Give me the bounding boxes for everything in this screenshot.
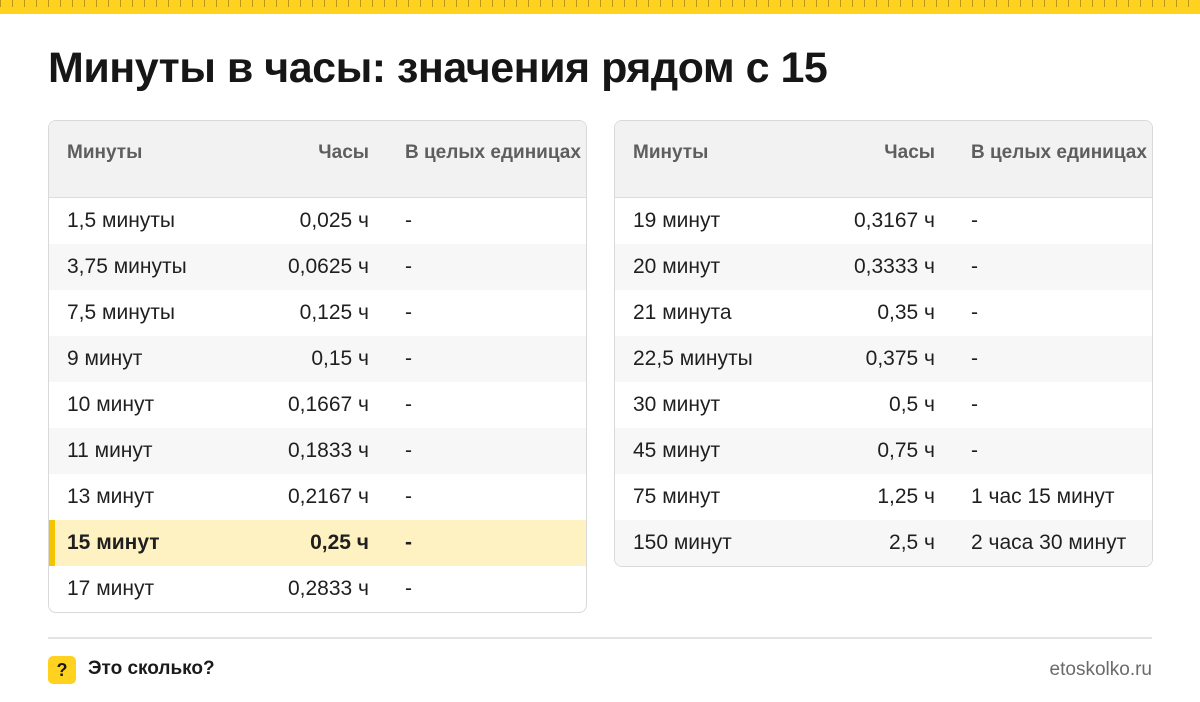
col-header-hours: Часы <box>318 142 369 163</box>
cell-whole: - <box>405 301 412 324</box>
cell-hours: 0,025 ч <box>299 209 369 232</box>
cell-hours: 0,2167 ч <box>287 485 369 508</box>
table-row: 19 минут 0,3167 ч - <box>615 198 1152 244</box>
table-row: 1,5 минуты 0,025 ч - <box>49 198 586 244</box>
cell-hours: 0,15 ч <box>311 347 369 370</box>
cell-hours: 0,3167 ч <box>853 209 935 232</box>
table-row: 9 минут 0,15 ч - <box>49 336 586 382</box>
col-header-whole-units: В целых единицах <box>405 142 581 163</box>
cell-whole: - <box>971 255 978 278</box>
cell-hours: 0,1833 ч <box>287 439 369 462</box>
cell-whole: - <box>971 301 978 324</box>
page-title: Минуты в часы: значения рядом с 15 <box>48 44 828 92</box>
cell-minutes: 19 минут <box>633 209 721 232</box>
table-row: 3,75 минуты 0,0625 ч - <box>49 244 586 290</box>
cell-whole: - <box>405 531 412 554</box>
cell-hours: 2,5 ч <box>889 531 935 554</box>
cell-minutes: 11 минут <box>67 439 153 462</box>
table-body: 19 минут 0,3167 ч - 20 минут 0,3333 ч - … <box>615 198 1152 566</box>
col-header-minutes: Минуты <box>633 142 709 163</box>
cell-minutes: 13 минут <box>67 485 155 508</box>
cell-hours: 0,375 ч <box>865 347 935 370</box>
cell-minutes: 17 минут <box>67 577 155 600</box>
ruler-top-strip <box>0 0 1200 14</box>
cell-minutes: 10 минут <box>67 393 155 416</box>
cell-minutes: 20 минут <box>633 255 721 278</box>
cell-minutes: 21 минута <box>633 301 732 324</box>
table-header: Минуты Часы В целых единицах <box>49 121 586 198</box>
question-mark-icon: ? <box>48 656 76 684</box>
cell-hours: 0,75 ч <box>877 439 935 462</box>
cell-hours: 0,0625 ч <box>287 255 369 278</box>
table-row: 75 минут 1,25 ч 1 час 15 минут <box>615 474 1152 520</box>
table-row: 30 минут 0,5 ч - <box>615 382 1152 428</box>
cell-hours: 1,25 ч <box>877 485 935 508</box>
cell-whole: - <box>971 209 978 232</box>
table-right: Минуты Часы В целых единицах 19 минут 0,… <box>614 120 1153 567</box>
cell-whole: - <box>405 347 412 370</box>
cell-hours: 0,2833 ч <box>287 577 369 600</box>
cell-whole: 1 час 15 минут <box>971 485 1115 508</box>
cell-whole: - <box>971 347 978 370</box>
cell-minutes: 9 минут <box>67 347 143 370</box>
cell-whole: - <box>971 393 978 416</box>
table-row: 45 минут 0,75 ч - <box>615 428 1152 474</box>
cell-hours: 0,3333 ч <box>853 255 935 278</box>
cell-whole: - <box>971 439 978 462</box>
cell-minutes: 1,5 минуты <box>67 209 176 232</box>
table-row: 7,5 минуты 0,125 ч - <box>49 290 586 336</box>
table-row: 150 минут 2,5 ч 2 часа 30 минут <box>615 520 1152 566</box>
footer-brand: Это сколько? <box>88 658 215 679</box>
cell-whole: - <box>405 393 412 416</box>
col-header-hours: Часы <box>884 142 935 163</box>
cell-minutes: 15 минут <box>67 531 160 554</box>
cell-whole: - <box>405 209 412 232</box>
cell-hours: 0,125 ч <box>299 301 369 324</box>
cell-whole: - <box>405 577 412 600</box>
cell-minutes: 22,5 минуты <box>633 347 753 370</box>
table-header: Минуты Часы В целых единицах <box>615 121 1152 198</box>
table-left: Минуты Часы В целых единицах 1,5 минуты … <box>48 120 587 613</box>
cell-minutes: 30 минут <box>633 393 721 416</box>
table-row: 11 минут 0,1833 ч - <box>49 428 586 474</box>
cell-whole: - <box>405 485 412 508</box>
cell-whole: 2 часа 30 минут <box>971 531 1127 554</box>
table-row: 10 минут 0,1667 ч - <box>49 382 586 428</box>
cell-minutes: 7,5 минуты <box>67 301 176 324</box>
table-row: 21 минута 0,35 ч - <box>615 290 1152 336</box>
table-body: 1,5 минуты 0,025 ч - 3,75 минуты 0,0625 … <box>49 198 586 612</box>
cell-minutes: 45 минут <box>633 439 721 462</box>
cell-minutes: 75 минут <box>633 485 721 508</box>
table-row: 13 минут 0,2167 ч - <box>49 474 586 520</box>
table-row: 17 минут 0,2833 ч - <box>49 566 586 612</box>
table-row: 22,5 минуты 0,375 ч - <box>615 336 1152 382</box>
cell-hours: 0,35 ч <box>877 301 935 324</box>
cell-hours: 0,1667 ч <box>287 393 369 416</box>
col-header-minutes: Минуты <box>67 142 143 163</box>
cell-hours: 0,25 ч <box>310 531 369 554</box>
footer-divider <box>48 637 1152 639</box>
cell-minutes: 150 минут <box>633 531 732 554</box>
cell-whole: - <box>405 439 412 462</box>
cell-minutes: 3,75 минуты <box>67 255 187 278</box>
table-row: 20 минут 0,3333 ч - <box>615 244 1152 290</box>
cell-hours: 0,5 ч <box>889 393 935 416</box>
table-row-highlighted: 15 минут 0,25 ч - <box>49 520 586 566</box>
col-header-whole-units: В целых единицах <box>971 142 1147 163</box>
footer-site-link[interactable]: etoskolko.ru <box>1050 659 1152 681</box>
cell-whole: - <box>405 255 412 278</box>
